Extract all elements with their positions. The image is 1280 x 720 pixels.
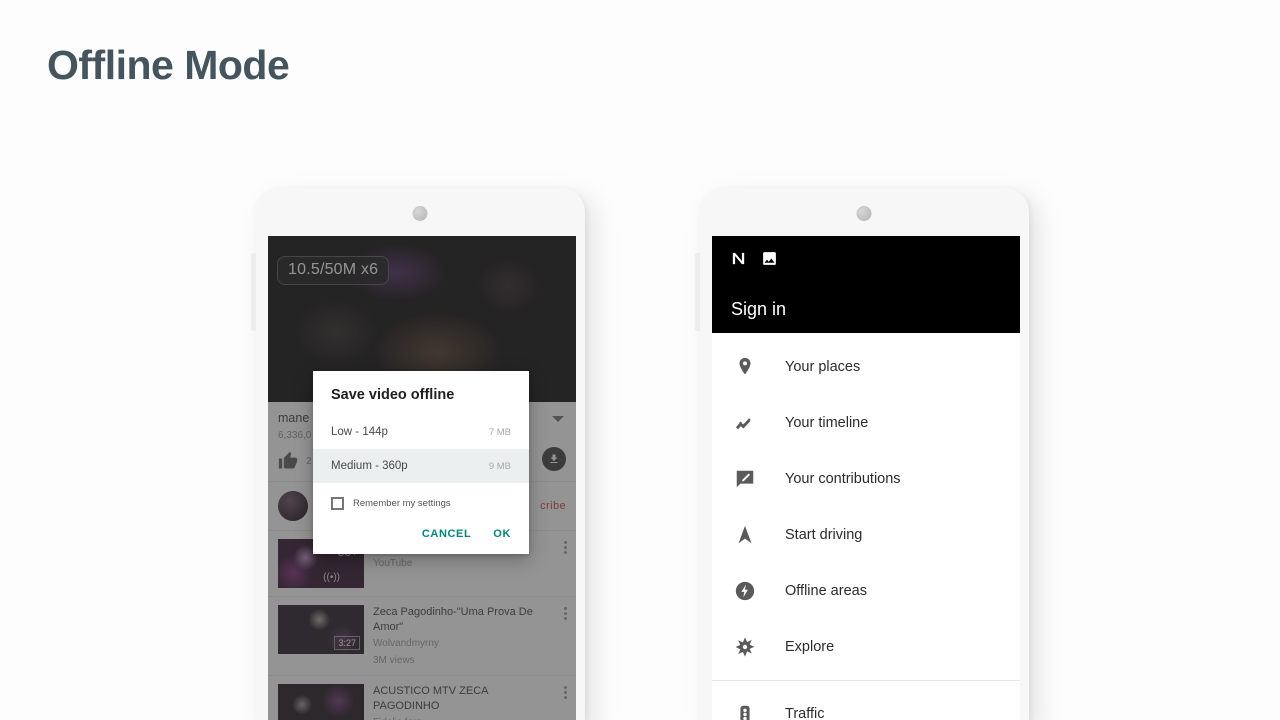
place-pin-icon: [734, 356, 772, 378]
menu-item-label: Explore: [785, 639, 835, 655]
download-icon: [550, 454, 558, 463]
menu-item-label: Traffic: [785, 706, 825, 720]
menu-item-label: Your contributions: [785, 471, 901, 487]
video-thumbnail: [278, 684, 364, 720]
drawer-header: Sign in: [712, 236, 1020, 333]
contributions-icon: [734, 468, 772, 490]
phone-speaker-icon: [856, 206, 872, 221]
video-thumbnail: 3:27: [278, 605, 364, 654]
cancel-button[interactable]: CANCEL: [422, 528, 471, 540]
overflow-menu-icon[interactable]: [564, 607, 567, 620]
subscribe-button[interactable]: cribe: [540, 500, 566, 512]
list-item-info: Zeca Pagodinho-"Uma Prova De Amor" Wolva…: [373, 605, 566, 667]
dialog-title: Save video offline: [331, 387, 455, 403]
list-item-info: ACUSTICO MTV ZECA PAGODINHO Fidelis fera: [373, 684, 566, 720]
phone-speaker-icon: [412, 206, 428, 221]
menu-item-offline-areas[interactable]: Offline areas: [712, 563, 1020, 619]
overflow-menu-icon[interactable]: [564, 686, 567, 700]
photo-icon: [763, 252, 776, 265]
list-item[interactable]: ACUSTICO MTV ZECA PAGODINHO Fidelis fera: [268, 676, 576, 720]
menu-item-start-driving[interactable]: Start driving: [712, 507, 1020, 563]
menu-item-your-places[interactable]: Your places: [712, 339, 1020, 395]
thumbs-up-icon[interactable]: [278, 451, 298, 471]
avatar: [278, 491, 308, 521]
offline-bolt-icon: [734, 580, 772, 602]
phone-volume-button[interactable]: [696, 253, 700, 331]
quality-option-medium[interactable]: Medium - 360p 9 MB: [313, 449, 529, 483]
page-title: Offline Mode: [47, 42, 290, 88]
navigation-logo-icon: [732, 252, 745, 265]
like-count: 2: [306, 455, 312, 467]
header-icons: [730, 250, 1002, 267]
phone-mockup-maps: Sign in Your places Your timeline Your c…: [696, 188, 1029, 720]
phone-volume-button[interactable]: [252, 253, 256, 331]
slide-canvas: Offline Mode 10.5/50M x6 mane 6,336,0 2: [0, 0, 1280, 720]
list-item-channel: Wolvandmyrny: [373, 638, 439, 650]
menu-item-label: Your places: [785, 359, 861, 375]
list-item[interactable]: 3:27 Zeca Pagodinho-"Uma Prova De Amor" …: [268, 597, 576, 675]
list-item-title: Zeca Pagodinho-"Uma Prova De Amor": [373, 606, 533, 633]
remember-settings-row[interactable]: Remember my settings: [313, 483, 529, 516]
menu-item-label: Start driving: [785, 527, 863, 543]
download-progress-badge: 10.5/50M x6: [277, 256, 390, 285]
sign-in-button[interactable]: Sign in: [731, 299, 786, 320]
drawer-menu: Your places Your timeline Your contribut…: [712, 333, 1020, 720]
chevron-down-icon[interactable]: [552, 416, 564, 422]
remember-settings-checkbox[interactable]: [331, 497, 344, 510]
quality-option-size: 9 MB: [488, 460, 511, 472]
menu-item-your-timeline[interactable]: Your timeline: [712, 395, 1020, 451]
navigation-arrow-icon: [734, 524, 772, 546]
quality-option-low[interactable]: Low - 144p 7 MB: [313, 415, 529, 449]
list-item-channel: YouTube: [373, 557, 413, 569]
menu-item-label: Offline areas: [785, 583, 867, 599]
menu-item-label: Your timeline: [785, 415, 869, 431]
divider: [712, 680, 1020, 681]
overflow-menu-icon[interactable]: [564, 541, 567, 554]
download-button[interactable]: [542, 447, 566, 471]
suggested-videos-list: 50+ ((•)) pagodinho YouTube 3:27 Ze: [268, 531, 576, 720]
list-item-channel: Fidelis fera: [373, 716, 552, 720]
quality-option-size: 7 MB: [488, 426, 511, 438]
menu-item-traffic[interactable]: Traffic: [712, 686, 1020, 720]
menu-item-explore[interactable]: Explore: [712, 619, 1020, 675]
quality-option-label: Medium - 360p: [331, 460, 408, 472]
explore-compass-icon: [734, 636, 772, 658]
remember-settings-label: Remember my settings: [353, 498, 451, 509]
video-duration: 3:27: [334, 636, 360, 650]
maps-drawer-screen: Sign in Your places Your timeline Your c…: [712, 236, 1020, 720]
save-offline-dialog: Save video offline Low - 144p 7 MB Mediu…: [313, 371, 529, 554]
dialog-actions: CANCEL OK: [313, 516, 529, 554]
quality-option-label: Low - 144p: [331, 426, 388, 438]
ok-button[interactable]: OK: [493, 528, 511, 540]
menu-item-your-contributions[interactable]: Your contributions: [712, 451, 1020, 507]
list-item-views: 3M views: [373, 654, 415, 666]
traffic-light-icon: [734, 703, 772, 720]
timeline-icon: [734, 412, 772, 434]
cast-icon: ((•)): [323, 572, 340, 583]
list-item-title: ACUSTICO MTV ZECA PAGODINHO: [373, 685, 488, 712]
